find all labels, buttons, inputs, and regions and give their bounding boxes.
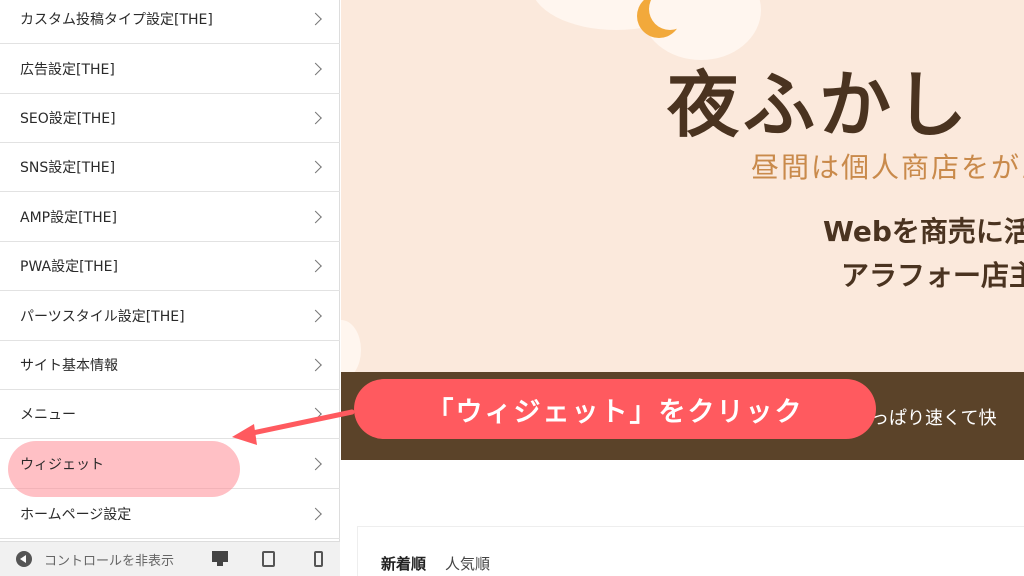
chevron-right-icon: [309, 160, 322, 174]
sidebar-item-label: サイト基本情報: [20, 358, 118, 374]
chevron-right-icon: [309, 12, 322, 26]
tablet-preview-icon[interactable]: [260, 551, 276, 567]
sidebar-item-custom-post-type[interactable]: カスタム投稿タイプ設定[THE]: [0, 0, 340, 44]
hero-header: 夜ふかし 昼間は個人商店をがん Webを商売に活 アラフォー店主: [341, 0, 1024, 372]
collapse-sidebar-label[interactable]: コントロールを非表示: [44, 550, 174, 569]
collapse-sidebar-icon[interactable]: [16, 551, 32, 567]
tab-newest[interactable]: 新着順: [381, 553, 426, 574]
mobile-preview-icon[interactable]: [310, 551, 326, 567]
sidebar-item-widgets[interactable]: ウィジェット: [0, 440, 340, 497]
sidebar-item-label: SEO設定[THE]: [20, 111, 116, 127]
chevron-right-icon: [309, 407, 322, 421]
sidebar-item-ads[interactable]: 広告設定[THE]: [0, 45, 340, 94]
site-title[interactable]: 夜ふかし: [667, 46, 971, 151]
sidebar-item-label: カスタム投稿タイプ設定[THE]: [20, 12, 213, 28]
sidebar-item-label: PWA設定[THE]: [20, 259, 118, 275]
customizer-footer: コントロールを非表示: [0, 541, 340, 576]
sidebar-item-label: ホームページ設定: [20, 507, 132, 523]
band-text: っぱり速くて快: [871, 408, 997, 429]
chevron-right-icon: [309, 457, 322, 471]
sidebar-item-parts-style[interactable]: パーツスタイル設定[THE]: [0, 292, 340, 341]
chevron-right-icon: [309, 111, 322, 125]
chevron-right-icon: [309, 210, 322, 224]
chevron-right-icon: [309, 62, 322, 76]
sidebar-item-menus[interactable]: メニュー: [0, 390, 340, 439]
sidebar-item-site-identity[interactable]: サイト基本情報: [0, 341, 340, 390]
sidebar-item-label: メニュー: [20, 407, 76, 423]
customizer-sidebar: カスタム投稿タイプ設定[THE] 広告設定[THE] SEO設定[THE] SN…: [0, 0, 340, 576]
sidebar-item-label: SNS設定[THE]: [20, 160, 116, 176]
chevron-right-icon: [309, 507, 322, 521]
sidebar-item-homepage-settings[interactable]: ホームページ設定: [0, 490, 340, 539]
chevron-right-icon: [309, 309, 322, 323]
site-tagline: 昼間は個人商店をがん: [751, 151, 1024, 184]
sidebar-item-pwa[interactable]: PWA設定[THE]: [0, 242, 340, 291]
sidebar-item-label: ウィジェット: [20, 457, 104, 473]
sidebar-item-label: 広告設定[THE]: [20, 62, 115, 78]
site-preview: 夜ふかし 昼間は個人商店をがん Webを商売に活 アラフォー店主 っぱり速くて快…: [341, 0, 1024, 576]
chevron-right-icon: [309, 259, 322, 273]
chevron-right-icon: [309, 358, 322, 372]
sidebar-item-seo[interactable]: SEO設定[THE]: [0, 94, 340, 143]
annotation-callout: 「ウィジェット」をクリック: [354, 379, 876, 439]
site-description-line2: アラフォー店主: [841, 259, 1024, 292]
tab-popular[interactable]: 人気順: [445, 553, 490, 574]
desktop-preview-icon[interactable]: [212, 551, 228, 567]
cloud-decoration: [341, 320, 361, 372]
sidebar-item-label: パーツスタイル設定[THE]: [20, 309, 185, 325]
sidebar-item-label: AMP設定[THE]: [20, 210, 117, 226]
sidebar-item-amp[interactable]: AMP設定[THE]: [0, 193, 340, 242]
sidebar-item-sns[interactable]: SNS設定[THE]: [0, 143, 340, 192]
site-description-line1: Webを商売に活: [823, 215, 1024, 248]
